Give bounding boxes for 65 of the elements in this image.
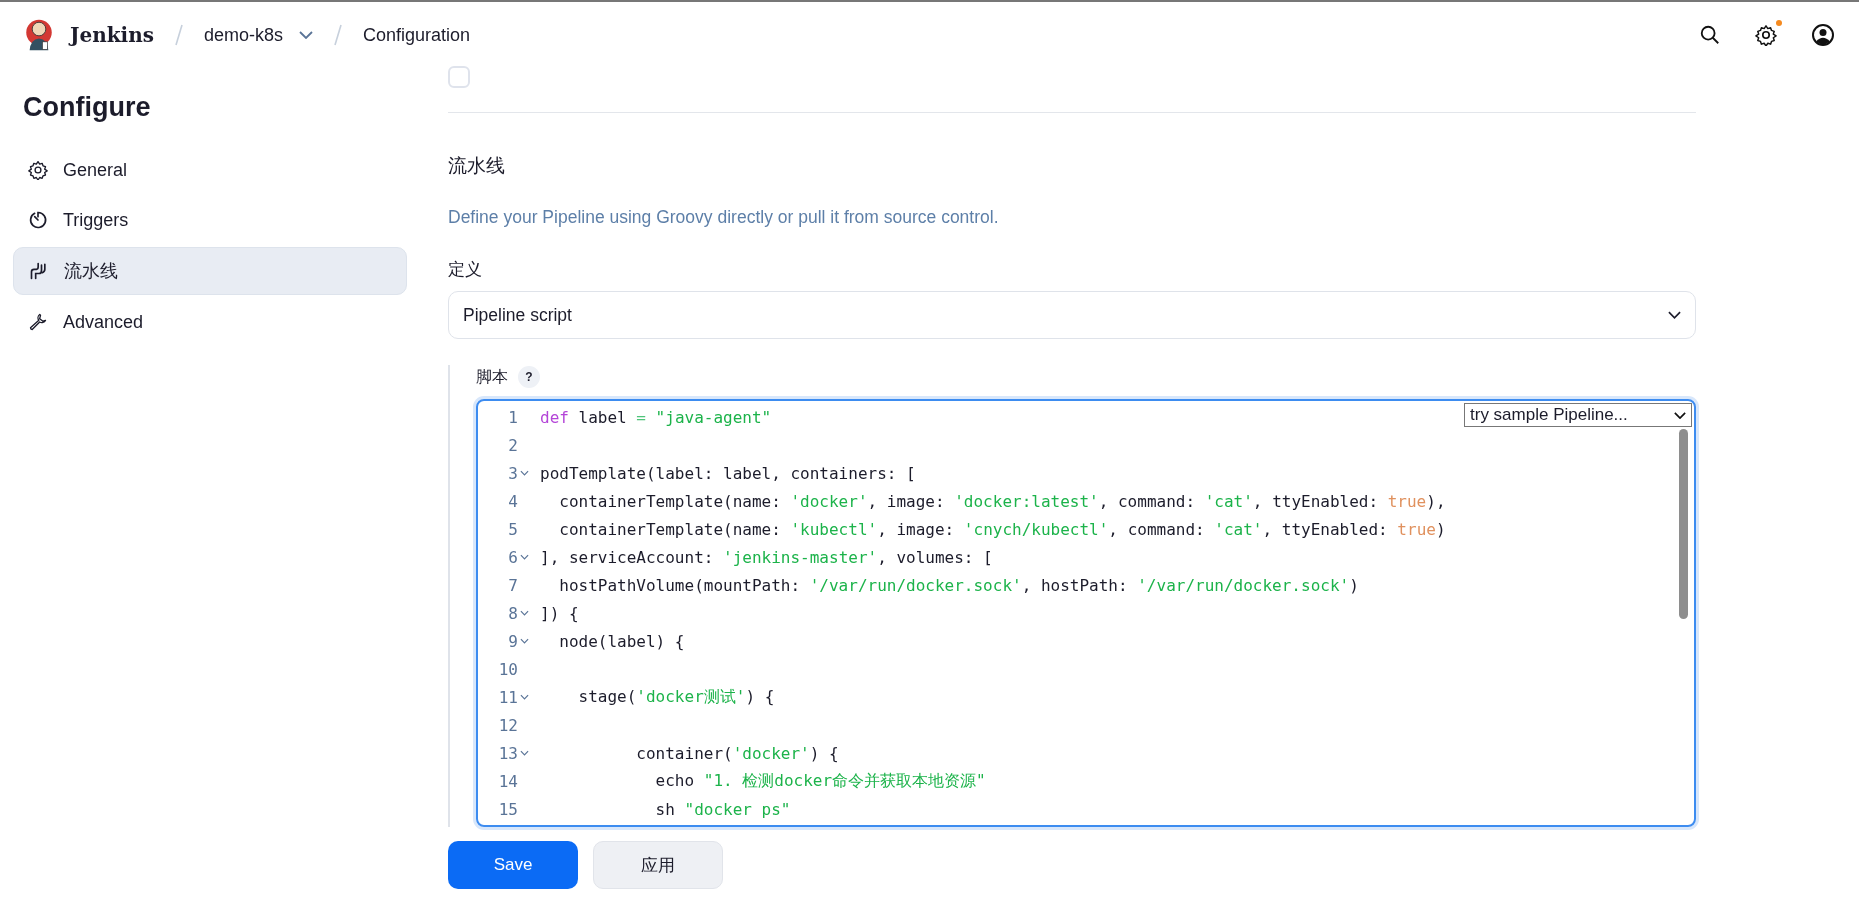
sidebar-title: Configure [23, 92, 152, 123]
code-line: node(label) { [558, 631, 685, 651]
pipe-icon [29, 261, 49, 281]
fold-chevron-icon[interactable] [520, 750, 529, 756]
slash-icon [174, 24, 184, 46]
field-label: 脚本 [476, 366, 508, 387]
code-line: containerTemplate(name: 'kubectl', image: 'cnych/kubectl', command: 'cat', ttyEnabled: true) [558, 519, 1446, 539]
code-line: ]) { [540, 603, 579, 623]
line-number: 11 [497, 687, 518, 707]
code-line: echo "1. 检测docker命令并获取本地资源" [654, 770, 986, 792]
nav-item[interactable]: 流水线 [13, 247, 407, 295]
section-title: 流水线 [448, 154, 506, 178]
slash-icon [333, 24, 343, 46]
code-line: podTemplate(label: label, containers: [ [540, 463, 916, 483]
help-button[interactable]: ? [518, 366, 540, 388]
chevron-down-icon [1668, 311, 1681, 319]
fold-chevron-icon[interactable] [520, 694, 529, 700]
line-number: 12 [497, 715, 518, 735]
line-number: 2 [507, 435, 518, 455]
nav-item[interactable]: General [13, 147, 407, 193]
line-number: 4 [507, 491, 518, 511]
brand-name[interactable]: Jenkins [70, 23, 154, 47]
line-number: 8 [507, 603, 518, 623]
definition-select[interactable]: Pipeline script [448, 291, 1696, 339]
breadcrumb-link[interactable]: demo-k8s [204, 24, 283, 46]
breadcrumb-link[interactable]: Configuration [363, 24, 471, 46]
scrollbar-thumb[interactable] [1679, 429, 1688, 619]
save-button[interactable]: Save [448, 841, 578, 889]
code-line: def label = "java-agent" [540, 407, 772, 427]
line-number: 3 [507, 463, 518, 483]
search-icon[interactable] [1699, 24, 1721, 46]
code-line: sh "docker ps" [654, 799, 791, 819]
line-number: 10 [497, 659, 518, 679]
settings-icon[interactable] [1755, 24, 1777, 46]
code-line: ], serviceAccount: 'jenkins-master', volumes: [ [540, 547, 993, 567]
nav-item[interactable]: Triggers [13, 197, 407, 243]
fold-chevron-icon[interactable] [520, 638, 529, 644]
line-number: 14 [497, 771, 518, 791]
checkbox[interactable] [448, 66, 470, 88]
fold-chevron-icon[interactable] [520, 554, 529, 560]
code-line: stage('docker测试') { [577, 686, 775, 708]
section-description: Define your Pipeline using Groovy directly or pull it from source control. [448, 207, 1000, 228]
user-icon[interactable] [1811, 23, 1835, 47]
field-label: 定义 [448, 259, 483, 281]
line-number: 9 [507, 631, 518, 651]
chevron-down-icon [1674, 411, 1686, 419]
fold-chevron-icon[interactable] [520, 470, 529, 476]
code-line: container('docker') { [635, 743, 839, 763]
code-editor[interactable] [476, 399, 1696, 827]
wrench-icon [28, 312, 48, 332]
gear-icon [28, 160, 48, 180]
sample-select[interactable]: try sample Pipeline... [1464, 403, 1692, 427]
fold-chevron-icon[interactable] [520, 610, 529, 616]
line-number: 13 [497, 743, 518, 763]
line-number: 1 [507, 407, 518, 427]
line-number: 6 [507, 547, 518, 567]
apply-button[interactable]: 应用 [593, 841, 723, 889]
nav-item[interactable]: Advanced [13, 299, 407, 345]
chevron-down-icon[interactable] [299, 31, 313, 39]
line-number: 7 [507, 575, 518, 595]
timer-icon [28, 210, 48, 230]
code-line: hostPathVolume(mountPath: '/var/run/docker.sock', hostPath: '/var/run/docker.sock') [558, 575, 1359, 595]
line-number: 15 [497, 799, 518, 819]
line-number: 5 [507, 519, 518, 539]
code-line: containerTemplate(name: 'docker', image: 'docker:latest', command: 'cat', ttyEnabled: true), [558, 491, 1446, 511]
